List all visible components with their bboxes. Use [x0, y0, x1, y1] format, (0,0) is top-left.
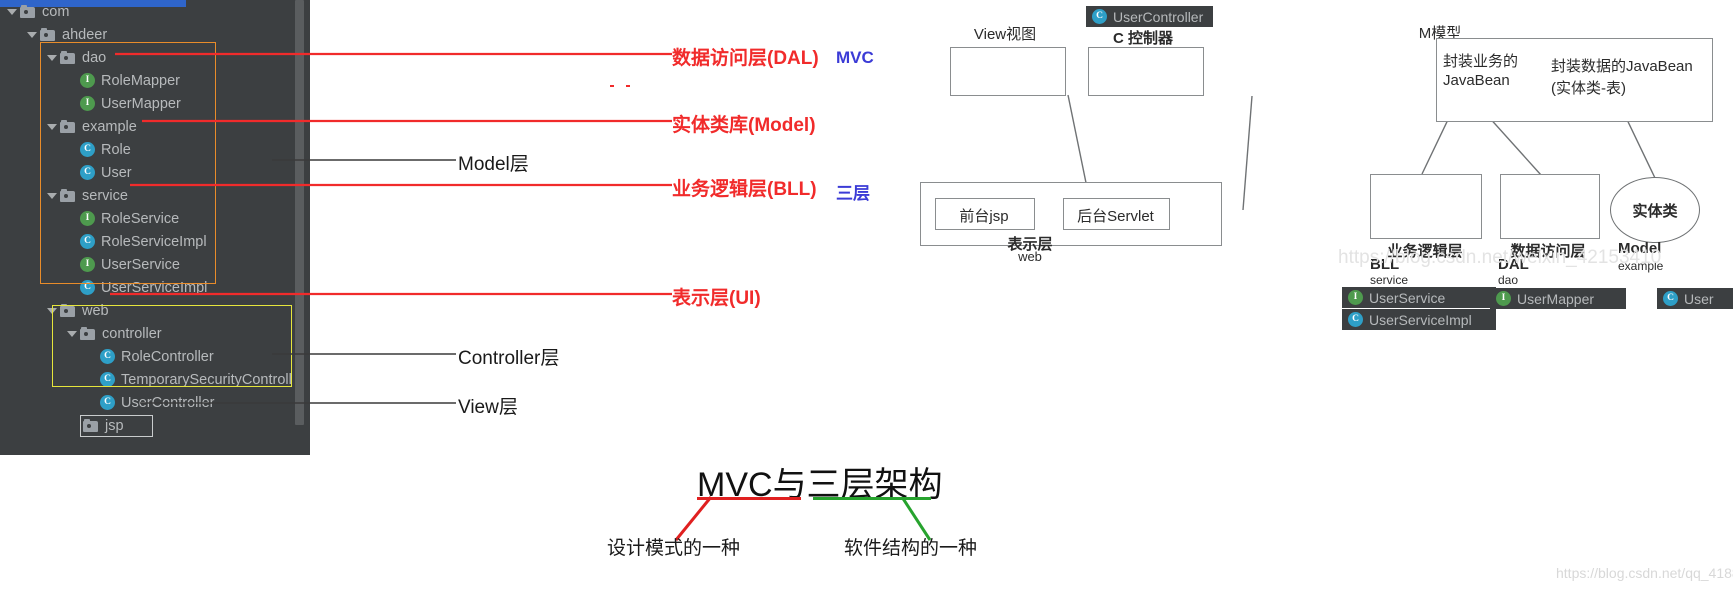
user-controller-chip: C UserController: [1086, 6, 1214, 27]
underline-green: [813, 497, 931, 500]
footer-title-group: MVC与三层架构: [697, 457, 943, 506]
chip-user-mapper: I UserMapper: [1490, 288, 1626, 309]
interface-icon: I: [1348, 290, 1363, 305]
view-box: [950, 47, 1066, 96]
dal-pkg: dao: [1498, 273, 1519, 287]
interface-icon: I: [1496, 291, 1511, 306]
chip-user-service-impl: C UserServiceImpl: [1342, 309, 1496, 330]
front-jsp-label: 前台jsp: [959, 208, 1009, 225]
entity-ellipse: 实体类: [1610, 177, 1700, 243]
back-servlet-label: 后台Servlet: [1077, 208, 1154, 225]
chip-user-label: User: [1684, 290, 1714, 307]
user-controller-chip-label: UserController: [1113, 8, 1204, 25]
model-text-2-line2: (实体类-表): [1551, 80, 1626, 97]
chip-user-service-label: UserService: [1369, 289, 1446, 306]
caption-left: 设计模式的一种: [607, 538, 741, 559]
bll-pkg: service: [1370, 273, 1409, 287]
presentation-layer-en: web: [1018, 249, 1042, 264]
class-icon: C: [1092, 9, 1107, 24]
class-icon: C: [1663, 291, 1678, 306]
chip-user: C User: [1657, 288, 1733, 309]
controller-title: C 控制器: [1112, 30, 1173, 47]
model-text-2-line1: 封装数据的JavaBean: [1551, 58, 1693, 75]
model-text-1-line2: JavaBean: [1443, 72, 1510, 89]
view-title: View视图: [973, 26, 1037, 43]
chip-user-mapper-label: UserMapper: [1517, 290, 1595, 307]
underline-red: [697, 497, 801, 500]
chip-user-service-impl-label: UserServiceImpl: [1369, 311, 1472, 328]
bll-box: [1370, 174, 1482, 239]
chip-user-service: I UserService: [1342, 287, 1496, 308]
watermark-top: https://blog.csdn.net/weixin_42153410: [1338, 247, 1662, 268]
caption-right: 软件结构的一种: [844, 538, 978, 559]
model-text-1-line1: 封装业务的: [1443, 53, 1519, 70]
class-icon: C: [1348, 312, 1363, 327]
dal-box: [1500, 174, 1600, 239]
watermark-bottom: https://blog.csdn.net/qq_41888112: [1556, 565, 1733, 581]
controller-box: [1088, 47, 1204, 96]
